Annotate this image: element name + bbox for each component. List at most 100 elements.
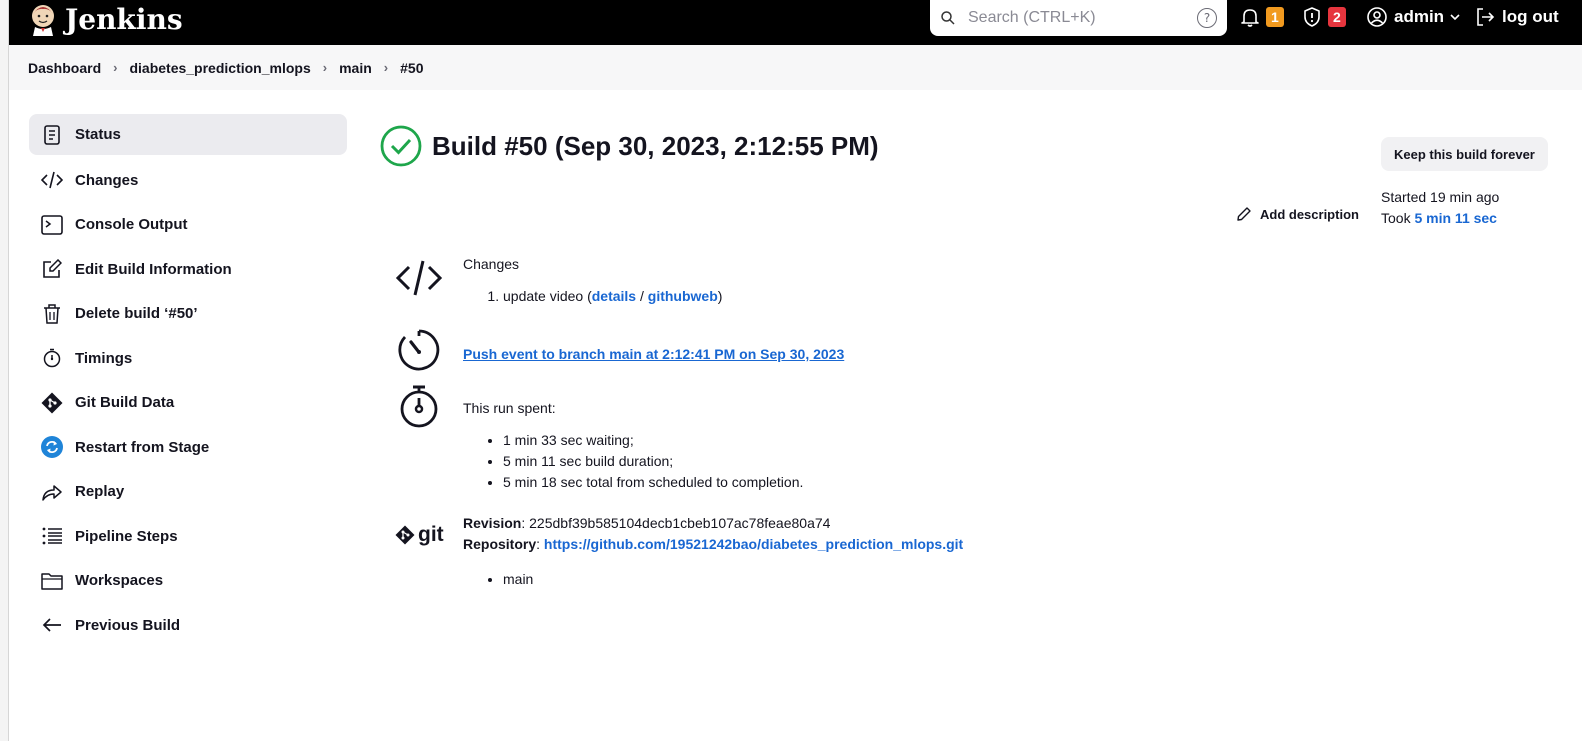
sidebar-item-timings[interactable]: Timings: [29, 336, 347, 381]
sidebar-item-status[interactable]: Status: [29, 114, 347, 155]
sidebar-item-edit-build-information[interactable]: Edit Build Information: [29, 247, 347, 292]
build-timing-summary: Started 19 min ago Took 5 min 11 sec: [1381, 187, 1499, 229]
security-badge: 2: [1328, 7, 1346, 27]
stopwatch-icon: [394, 385, 444, 429]
sidebar-item-label: Git Build Data: [75, 394, 175, 412]
clock-icon: [394, 328, 444, 372]
git-logo-text: git: [418, 523, 444, 546]
sidebar-item-console-output[interactable]: Console Output: [29, 203, 347, 248]
sidebar-item-label: Edit Build Information: [75, 260, 232, 278]
trash-icon: [41, 303, 63, 325]
sidebar-item-label: Replay: [75, 483, 125, 501]
revision-hash: 225dbf39b585104decb1cbeb107ac78feae80a74: [529, 515, 831, 531]
list-item: 1 min 33 sec waiting;: [503, 430, 803, 451]
help-icon[interactable]: ?: [1197, 8, 1217, 28]
trigger-body: Push event to branch main at 2:12:41 PM …: [463, 346, 844, 362]
run-time-body: This run spent: 1 min 33 sec waiting; 5 …: [463, 400, 803, 493]
code-icon: [394, 256, 444, 300]
status-icon: [41, 124, 63, 146]
sidebar-item-git-build-data[interactable]: Git Build Data: [29, 381, 347, 426]
breadcrumb: Dashboard › diabetes_prediction_mlops › …: [9, 45, 1582, 90]
user-icon: [1367, 7, 1387, 27]
add-description-label: Add description: [1260, 206, 1359, 222]
sidebar-item-workspaces[interactable]: Workspaces: [29, 559, 347, 604]
jenkins-logo[interactable]: Jenkins: [29, 0, 183, 38]
chevron-down-icon: [1450, 14, 1460, 21]
top-bar: Jenkins ? 1 2 admin: [9, 0, 1582, 45]
sidebar-item-restart-from-stage[interactable]: Restart from Stage: [29, 425, 347, 470]
window-left-edge: [0, 0, 9, 741]
git-body: Revision: 225dbf39b585104decb1cbeb107ac7…: [463, 513, 963, 590]
logout-button[interactable]: log out: [1474, 0, 1559, 34]
breadcrumb-project[interactable]: diabetes_prediction_mlops: [129, 60, 310, 76]
sidebar-item-delete-build[interactable]: Delete build ‘#50’: [29, 292, 347, 337]
list-item: main: [503, 569, 963, 590]
sidebar-item-previous-build[interactable]: Previous Build: [29, 603, 347, 648]
sidebar-item-label: Previous Build: [75, 616, 181, 634]
sidebar-item-label: Changes: [75, 171, 139, 189]
changes-list: update video (details / githubweb): [463, 286, 722, 307]
git-logo: git: [394, 513, 444, 557]
chevron-right-icon: ›: [113, 60, 118, 75]
list-icon: [41, 525, 63, 547]
list-item: 5 min 11 sec build duration;: [503, 451, 803, 472]
breadcrumb-dashboard[interactable]: Dashboard: [28, 60, 101, 76]
started-text: Started 19 min ago: [1381, 189, 1500, 205]
branch-list: main: [463, 569, 963, 590]
breadcrumb-build[interactable]: #50: [400, 60, 423, 76]
jenkins-butler-icon: [32, 5, 54, 36]
revision-label: Revision: [463, 515, 522, 531]
arrow-left-icon: [41, 614, 63, 636]
repository-link[interactable]: https://github.com/19521242bao/diabetes_…: [544, 536, 963, 552]
changes-body: Changes update video (details / githubwe…: [463, 256, 722, 307]
chevron-right-icon: ›: [322, 60, 328, 75]
sidebar-item-changes[interactable]: Changes: [29, 158, 347, 203]
changes-heading: Changes: [463, 256, 520, 272]
user-menu[interactable]: admin: [1366, 0, 1462, 34]
edit-icon: [41, 258, 63, 280]
page-title: Build #50 (Sep 30, 2023, 2:12:55 PM): [432, 130, 879, 161]
search-icon: [941, 11, 955, 25]
sidebar-item-label: Pipeline Steps: [75, 527, 178, 545]
notifications-badge: 1: [1266, 7, 1284, 27]
sidebar-item-pipeline-steps[interactable]: Pipeline Steps: [29, 514, 347, 559]
folder-icon: [41, 570, 63, 592]
keep-build-forever-button[interactable]: Keep this build forever: [1381, 137, 1548, 171]
sidebar-item-label: Restart from Stage: [75, 438, 210, 456]
add-description-button[interactable]: Add description: [1236, 206, 1359, 222]
details-link[interactable]: details: [592, 288, 636, 304]
list-item: 5 min 18 sec total from scheduled to com…: [503, 472, 803, 493]
git-icon: [41, 392, 63, 414]
sidebar: Status Changes Console Output Edit Build…: [29, 114, 347, 648]
sidebar-item-label: Status: [75, 126, 121, 143]
list-item: update video (details / githubweb): [503, 286, 722, 307]
sidebar-item-label: Delete build ‘#50’: [75, 305, 198, 323]
took-label: Took: [1381, 210, 1411, 226]
restart-icon: [41, 436, 63, 459]
sidebar-item-label: Console Output: [75, 216, 188, 234]
git-icon: [395, 525, 415, 545]
stopwatch-icon: [41, 347, 63, 369]
sidebar-item-label: Timings: [75, 349, 133, 367]
pencil-icon: [1237, 207, 1251, 221]
search-input[interactable]: [968, 9, 1197, 27]
logout-icon: [1477, 8, 1495, 26]
app-name: Jenkins: [65, 2, 183, 36]
security-button[interactable]: 2: [1301, 0, 1346, 34]
notifications-button[interactable]: 1: [1239, 0, 1284, 34]
run-time-list: 1 min 33 sec waiting; 5 min 11 sec build…: [463, 430, 803, 493]
took-duration-link[interactable]: 5 min 11 sec: [1414, 210, 1497, 226]
search-box[interactable]: ?: [930, 0, 1227, 36]
code-icon: [41, 169, 63, 191]
githubweb-link[interactable]: githubweb: [648, 288, 718, 304]
logout-label: log out: [1502, 7, 1559, 26]
build-header: Build #50 (Sep 30, 2023, 2:12:55 PM): [380, 125, 879, 167]
success-check-icon: [380, 125, 422, 167]
bell-icon: [1241, 9, 1259, 27]
push-event-link[interactable]: Push event to branch main at 2:12:41 PM …: [463, 346, 844, 362]
breadcrumb-branch[interactable]: main: [339, 60, 372, 76]
user-name: admin: [1394, 7, 1445, 26]
repository-label: Repository: [463, 536, 537, 552]
run-time-heading: This run spent:: [463, 400, 556, 416]
sidebar-item-replay[interactable]: Replay: [29, 470, 347, 515]
